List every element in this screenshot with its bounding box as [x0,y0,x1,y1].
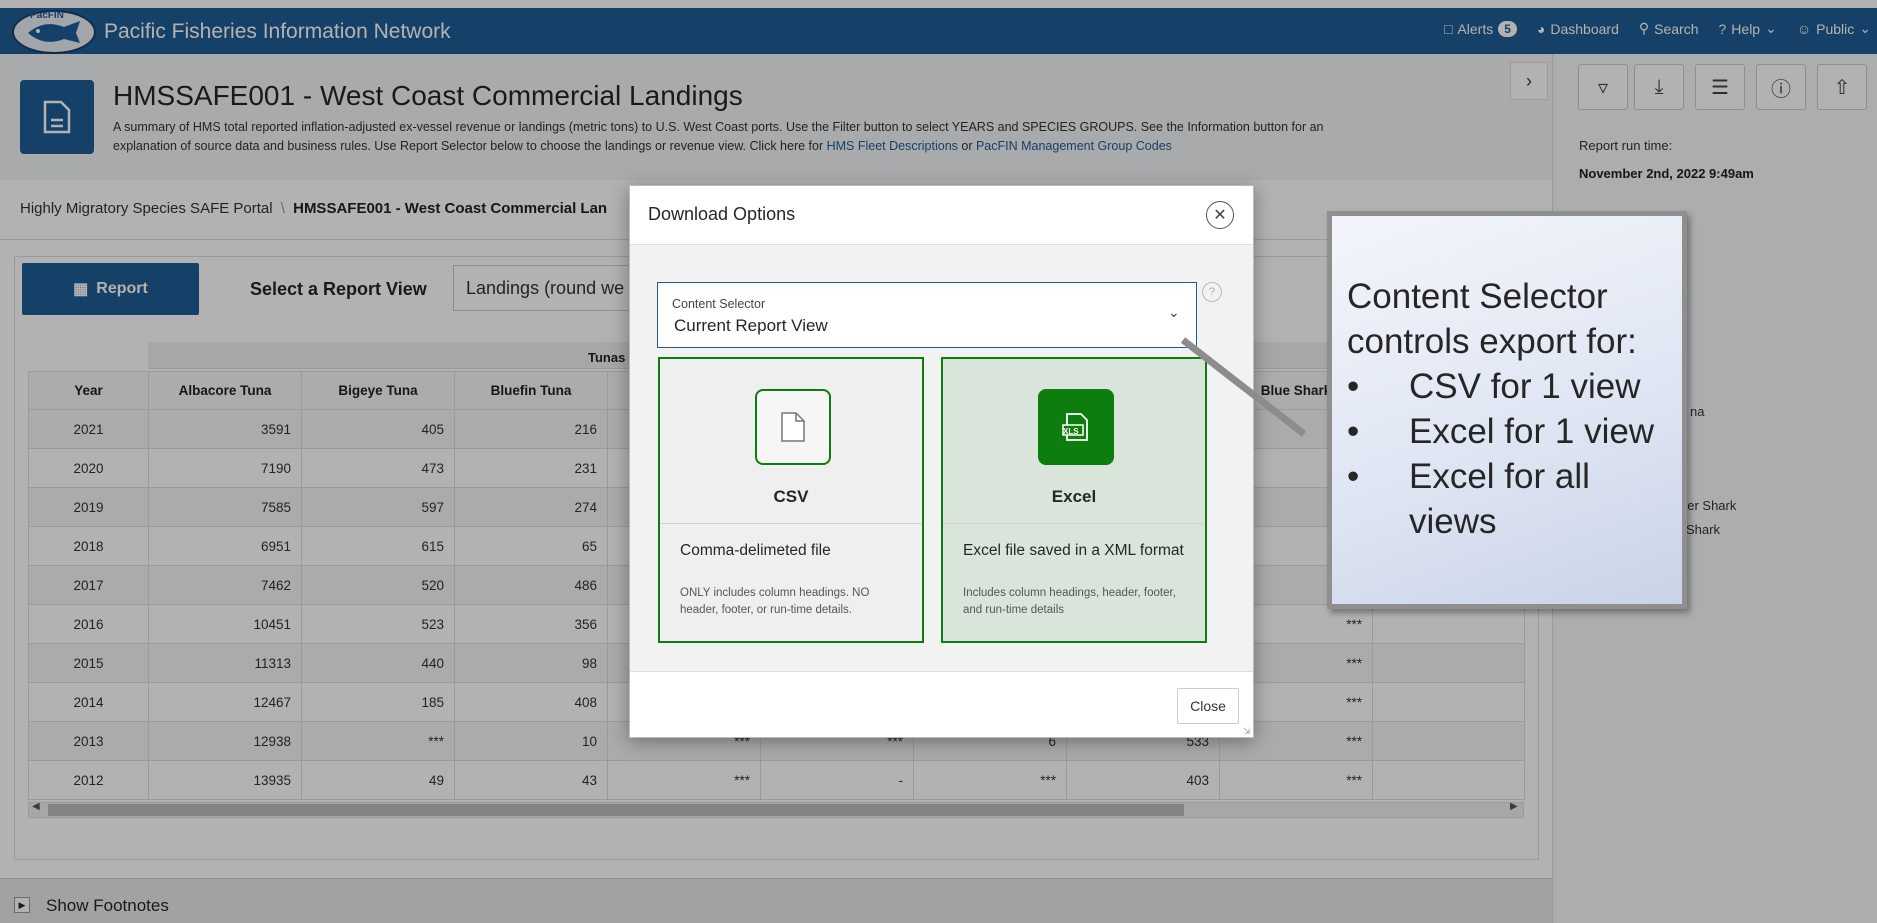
callout-item-text: CSV for 1 view [1409,367,1641,406]
bullet-icon: • [1347,457,1360,496]
callout-item: • Excel for all views [1347,454,1677,544]
bullet-icon: • [1347,367,1360,406]
callout-item-text: Excel for all views [1409,457,1590,541]
callout-title: Content Selector controls export for: [1347,277,1637,361]
callout-item: • CSV for 1 view [1347,364,1677,409]
callout-item-text: Excel for 1 view [1409,412,1655,451]
callout-item: • Excel for 1 view [1347,409,1677,454]
callout-list: • CSV for 1 view • Excel for 1 view • Excel… [1347,364,1677,544]
callout-line [1180,337,1307,437]
bullet-icon: • [1347,412,1360,451]
